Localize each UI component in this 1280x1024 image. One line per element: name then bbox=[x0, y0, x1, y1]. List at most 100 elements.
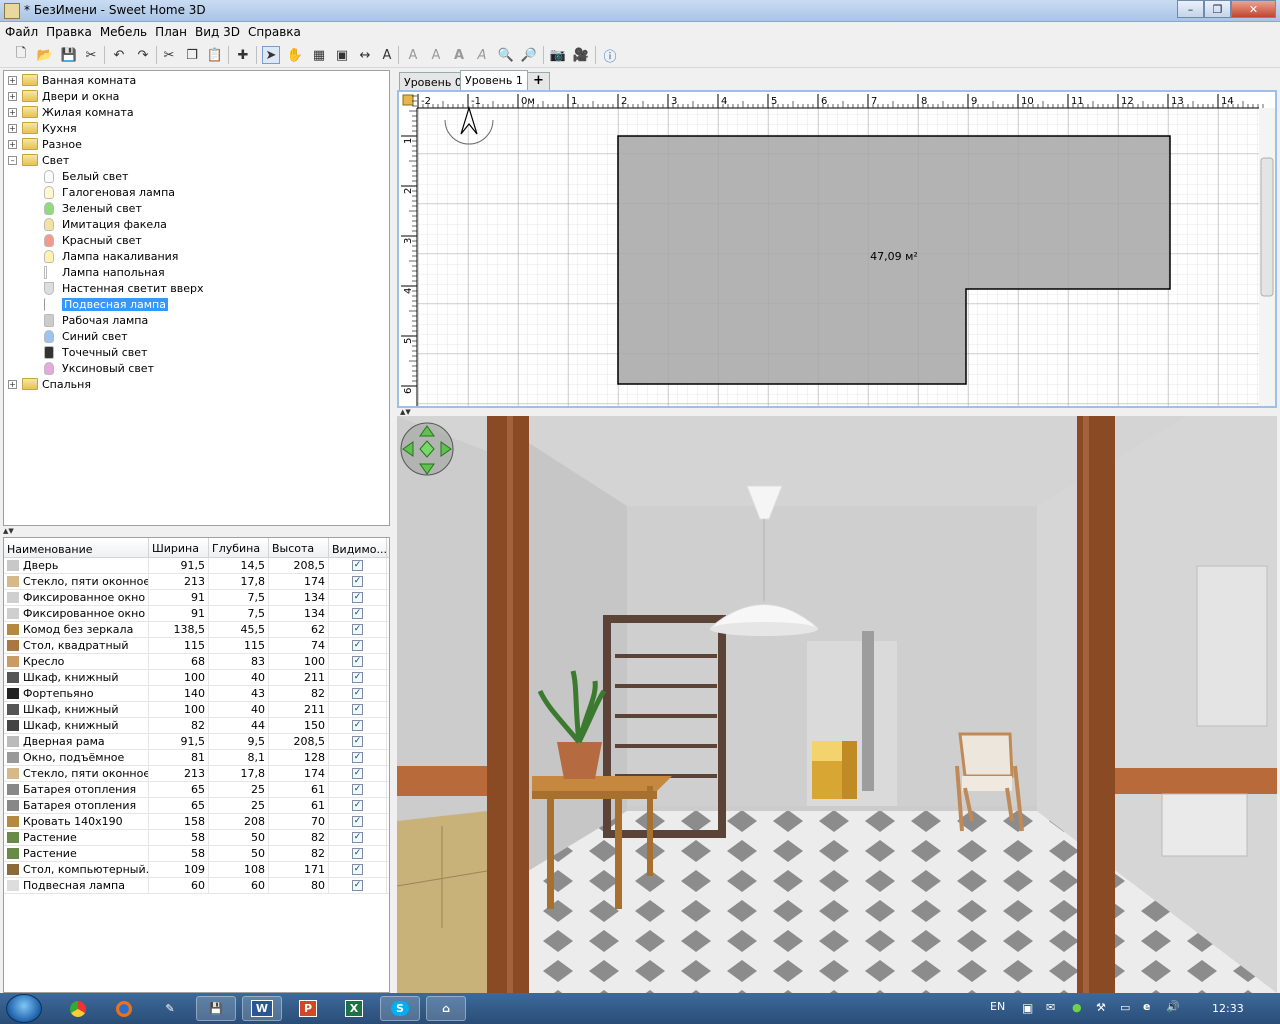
cut-scissors-icon[interactable]: ✂ bbox=[82, 46, 100, 64]
visible-checkbox[interactable]: ✓ bbox=[352, 608, 363, 619]
column-header-visible[interactable]: Видимо... bbox=[329, 538, 387, 557]
column-header-name[interactable]: Наименование bbox=[4, 538, 149, 557]
tab-level-0[interactable]: Уровень 0 bbox=[399, 72, 467, 90]
add-text-icon[interactable]: A bbox=[378, 46, 396, 64]
tab-level-1[interactable]: Уровень 1 bbox=[460, 70, 528, 90]
expand-icon[interactable]: + bbox=[8, 139, 17, 149]
catalog-item[interactable]: Зеленый свет bbox=[44, 200, 142, 216]
3d-scene[interactable] bbox=[397, 416, 1277, 993]
create-rooms-icon[interactable]: ▣ bbox=[333, 46, 351, 64]
menu-edit[interactable]: Правка bbox=[43, 22, 95, 42]
lock-icon[interactable] bbox=[402, 94, 414, 106]
vertical-splitter[interactable] bbox=[391, 70, 396, 993]
catalog-category[interactable]: + Кухня bbox=[8, 120, 77, 136]
expand-icon[interactable]: + bbox=[8, 123, 17, 133]
maximize-button[interactable]: ❐ bbox=[1204, 0, 1231, 18]
volume-icon[interactable]: 🔊 bbox=[1166, 1000, 1180, 1013]
visible-checkbox[interactable]: ✓ bbox=[352, 592, 363, 603]
visible-checkbox[interactable]: ✓ bbox=[352, 640, 363, 651]
create-video-icon[interactable]: 🎥 bbox=[572, 46, 590, 64]
catalog-item[interactable]: Лампа напольная bbox=[44, 264, 165, 280]
catalog-item[interactable]: Лампа накаливания bbox=[44, 248, 178, 264]
visible-checkbox[interactable]: ✓ bbox=[352, 752, 363, 763]
firefox-icon[interactable] bbox=[104, 996, 144, 1021]
table-row[interactable]: Растение 58 50 82 ✓ bbox=[4, 830, 389, 846]
close-button[interactable]: ✕ bbox=[1231, 0, 1276, 18]
column-header-depth[interactable]: Глубина bbox=[209, 538, 269, 557]
tools-icon[interactable]: ⚒ bbox=[1096, 1001, 1106, 1014]
table-row[interactable]: Шкаф, книжный 100 40 211 ✓ bbox=[4, 670, 389, 686]
catalog-item[interactable]: Имитация факела bbox=[44, 216, 167, 232]
column-header-width[interactable]: Ширина bbox=[149, 538, 209, 557]
table-row[interactable]: Стекло, пяти оконное 213 17,8 174 ✓ bbox=[4, 574, 389, 590]
table-row[interactable]: Шкаф, книжный 82 44 150 ✓ bbox=[4, 718, 389, 734]
visible-checkbox[interactable]: ✓ bbox=[352, 736, 363, 747]
visible-checkbox[interactable]: ✓ bbox=[352, 720, 363, 731]
paste-icon[interactable]: 📋 bbox=[206, 46, 224, 64]
expand-icon[interactable]: + bbox=[8, 75, 17, 85]
visible-checkbox[interactable]: ✓ bbox=[352, 784, 363, 795]
redo-icon[interactable]: ↷ bbox=[134, 46, 152, 64]
save-icon[interactable]: 💾 bbox=[60, 46, 78, 64]
bed[interactable] bbox=[812, 741, 857, 799]
select-arrow-icon[interactable]: ➤ bbox=[262, 46, 280, 64]
table-row[interactable]: Фиксированное окно 91 7,5 134 ✓ bbox=[4, 606, 389, 622]
create-walls-icon[interactable]: ▦ bbox=[310, 46, 328, 64]
increase-text-icon[interactable]: A bbox=[404, 46, 422, 64]
catalog-item[interactable]: Синий свет bbox=[44, 328, 128, 344]
zoom-out-icon[interactable]: 🔎 bbox=[520, 46, 538, 64]
table-row[interactable]: Кровать 140x190 158 208 70 ✓ bbox=[4, 814, 389, 830]
word-icon[interactable]: W bbox=[242, 996, 282, 1021]
dresser[interactable] bbox=[397, 816, 488, 936]
catalog-category[interactable]: + Жилая комната bbox=[8, 104, 134, 120]
catalog-item[interactable]: Рабочая лампа bbox=[44, 312, 148, 328]
horizontal-splitter[interactable]: ▲▼ bbox=[3, 527, 390, 535]
minimize-button[interactable]: – bbox=[1177, 0, 1204, 18]
notification-icon[interactable]: ✉ bbox=[1046, 1001, 1055, 1014]
catalog-item[interactable]: Настенная светит вверх bbox=[44, 280, 203, 296]
visible-checkbox[interactable]: ✓ bbox=[352, 560, 363, 571]
catalog-category[interactable]: + Спальня bbox=[8, 376, 91, 392]
menu-file[interactable]: Файл bbox=[2, 22, 41, 42]
zoom-in-icon[interactable]: 🔍 bbox=[497, 46, 515, 64]
table-row[interactable]: Батарея отопления 65 25 61 ✓ bbox=[4, 782, 389, 798]
help-icon[interactable]: ⓘ bbox=[601, 46, 619, 65]
collapse-icon[interactable]: – bbox=[8, 155, 17, 165]
visible-checkbox[interactable]: ✓ bbox=[352, 832, 363, 843]
decrease-text-icon[interactable]: A bbox=[427, 46, 445, 64]
table-row[interactable]: Стол, компьютерный... 109 108 171 ✓ bbox=[4, 862, 389, 878]
catalog-item[interactable]: Красный свет bbox=[44, 232, 142, 248]
copy-icon[interactable]: ❐ bbox=[183, 46, 201, 64]
language-indicator[interactable]: EN bbox=[990, 1000, 1005, 1013]
start-button[interactable] bbox=[6, 994, 42, 1023]
table-row[interactable]: Окно, подъёмное 81 8,1 128 ✓ bbox=[4, 750, 389, 766]
catalog-item[interactable]: Белый свет bbox=[44, 168, 128, 184]
ie-icon[interactable]: e bbox=[1143, 1000, 1150, 1013]
plan-canvas[interactable]: -2 -1 0м 1 2 3 4 5 6 7 8 9 10 11 12 13 14 123456 47,09 м… bbox=[399, 92, 1275, 406]
new-file-icon[interactable]: 🗋 bbox=[12, 46, 30, 64]
cut-icon[interactable]: ✂ bbox=[160, 46, 178, 64]
catalog-category-light[interactable]: – Свет bbox=[8, 152, 69, 168]
visible-checkbox[interactable]: ✓ bbox=[352, 864, 363, 875]
navigation-arrows-icon[interactable] bbox=[400, 422, 454, 476]
table-row[interactable]: Подвесная лампа 60 60 80 ✓ bbox=[4, 878, 389, 894]
visible-checkbox[interactable]: ✓ bbox=[352, 880, 363, 891]
add-furniture-icon[interactable]: ✚ bbox=[234, 46, 252, 64]
add-level-button[interactable]: + bbox=[527, 72, 550, 90]
skype-icon[interactable]: S bbox=[380, 996, 420, 1021]
save-disk-icon[interactable]: 💾 bbox=[196, 996, 236, 1021]
visible-checkbox[interactable]: ✓ bbox=[352, 768, 363, 779]
menu-help[interactable]: Справка bbox=[245, 22, 304, 42]
table-row[interactable]: Батарея отопления 65 25 61 ✓ bbox=[4, 798, 389, 814]
menu-3d-view[interactable]: Вид 3D bbox=[192, 22, 243, 42]
table-row[interactable]: Дверь 91,5 14,5 208,5 ✓ bbox=[4, 558, 389, 574]
table-row[interactable]: Стекло, пяти оконное 213 17,8 174 ✓ bbox=[4, 766, 389, 782]
table-row[interactable]: Растение 58 50 82 ✓ bbox=[4, 846, 389, 862]
table-row[interactable]: Комод без зеркала 138,5 45,5 62 ✓ bbox=[4, 622, 389, 638]
3d-view[interactable] bbox=[397, 416, 1277, 993]
column-header-height[interactable]: Высота bbox=[269, 538, 329, 557]
open-folder-icon[interactable]: 📂 bbox=[36, 46, 54, 64]
catalog-category[interactable]: + Ванная комната bbox=[8, 72, 136, 88]
visible-checkbox[interactable]: ✓ bbox=[352, 704, 363, 715]
sweet-home-icon[interactable]: ⌂ bbox=[426, 996, 466, 1021]
